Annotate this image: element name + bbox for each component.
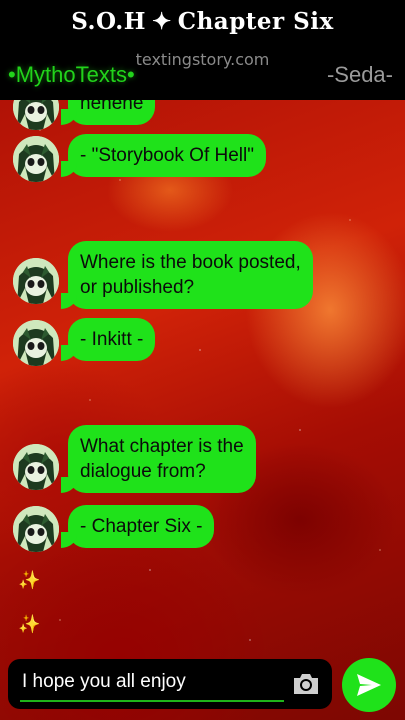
star-icon: ✦ <box>151 8 172 35</box>
page-title: S.O.H ✦ Chapter Six <box>0 8 405 35</box>
contact-name[interactable]: -Seda- <box>327 62 393 88</box>
avatar[interactable] <box>13 258 59 304</box>
message-bubble[interactable]: - "Storybook Of Hell" <box>61 134 266 177</box>
title-part-right: Chapter Six <box>177 8 334 35</box>
avatar[interactable] <box>13 320 59 366</box>
title-part-left: S.O.H <box>71 8 146 35</box>
message-line: dialogue from? <box>80 461 206 482</box>
star-field <box>0 100 405 720</box>
message-line: Where is the book posted, <box>80 252 301 273</box>
message-bubble[interactable]: Where is the book posted, or published? <box>61 241 313 309</box>
message-input[interactable]: I hope you all enjoy <box>22 671 186 693</box>
message-bubble[interactable]: - Inkitt - <box>60 318 156 361</box>
message-line: or published? <box>80 277 195 298</box>
message-line: What chapter is the <box>80 436 244 457</box>
brand-label: •MythoTexts• <box>8 62 135 87</box>
message-bubble[interactable]: What chapter is the dialogue from? <box>61 425 256 493</box>
sparkle-icon: ✨ <box>18 614 41 635</box>
camera-icon[interactable] <box>292 672 320 696</box>
avatar[interactable] <box>13 506 59 552</box>
send-button[interactable] <box>342 658 396 712</box>
avatar[interactable] <box>13 444 59 490</box>
message-composer: I hope you all enjoy <box>8 659 332 709</box>
chat-background <box>0 100 405 720</box>
send-icon <box>357 674 381 696</box>
message-bubble[interactable]: - Chapter Six - <box>60 505 215 548</box>
sparkle-icon: ✨ <box>18 570 41 591</box>
input-underline <box>20 700 284 702</box>
avatar[interactable] <box>13 136 59 182</box>
top-bar: S.O.H ✦ Chapter Six textingstory.com •Myth… <box>0 0 405 100</box>
